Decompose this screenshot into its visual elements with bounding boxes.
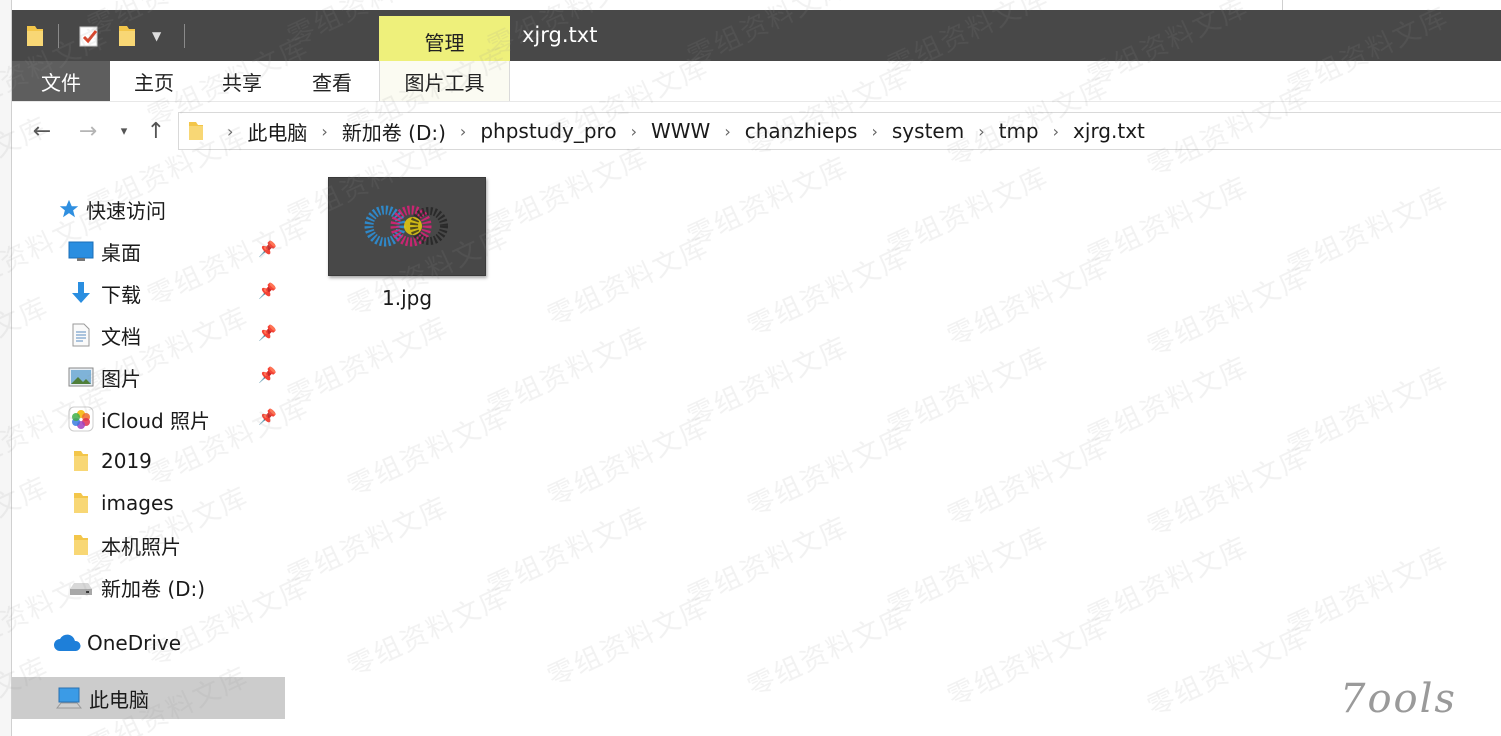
cloud-icon (52, 630, 82, 656)
sidebar-item-this-pc[interactable]: 此电脑 (56, 680, 149, 716)
sidebar-label: images (101, 491, 174, 515)
top-edge (12, 0, 1501, 10)
address-bar[interactable]: › 此电脑 › 新加卷 (D:) › phpstudy_pro › WWW › … (178, 112, 1501, 150)
breadcrumb-drive-d[interactable]: 新加卷 (D:) (342, 117, 446, 146)
properties-icon[interactable] (78, 22, 100, 50)
window-title: xjrg.txt (522, 23, 598, 47)
sidebar-item-desktop[interactable]: 桌面 (68, 233, 141, 269)
sidebar-label: 图片 (101, 366, 141, 391)
pin-icon[interactable]: 📌 (258, 366, 277, 384)
pin-icon[interactable]: 📌 (258, 240, 277, 258)
navigation-pane: 快速访问 桌面 📌 下载 📌 文档 📌 图片 📌 iCloud 照片 📌 201… (12, 170, 288, 736)
logo-7ools: 7ools (1340, 676, 1457, 722)
tab-picture-tools[interactable]: 图片工具 (379, 61, 510, 101)
tab-home[interactable]: 主页 (110, 61, 198, 101)
sidebar-item-quick-access[interactable]: 快速访问 (56, 191, 166, 227)
file-thumbnail[interactable] (328, 177, 486, 276)
ribbon-tabs: 文件 主页 共享 查看 图片工具 (12, 61, 1501, 102)
tab-manage[interactable]: 管理 (379, 16, 510, 61)
tab-file[interactable]: 文件 (12, 61, 110, 101)
folder-icon (68, 448, 94, 474)
sidebar-label: OneDrive (87, 631, 182, 655)
breadcrumb-tmp[interactable]: tmp (999, 119, 1039, 143)
folder-icon (68, 532, 94, 558)
drive-icon (68, 574, 94, 600)
breadcrumb-phpstudy[interactable]: phpstudy_pro (480, 119, 616, 143)
sidebar-label: 下载 (101, 282, 141, 307)
chevron-right-icon[interactable]: › (227, 122, 233, 141)
chevron-right-icon[interactable]: › (871, 122, 877, 141)
sidebar-label: 此电脑 (89, 687, 149, 712)
sidebar-item-local-photos[interactable]: 本机照片 (68, 527, 181, 563)
chevron-right-icon[interactable]: › (1053, 122, 1059, 141)
sidebar-item-drive-d[interactable]: 新加卷 (D:) (68, 569, 205, 605)
chevron-right-icon[interactable]: › (724, 122, 730, 141)
sidebar-label: 2019 (101, 449, 152, 473)
computer-icon (56, 685, 82, 711)
sidebar-item-2019[interactable]: 2019 (68, 443, 152, 479)
chevron-right-icon[interactable]: › (460, 122, 466, 141)
documents-icon (68, 322, 94, 348)
customize-dropdown-icon[interactable]: ▼ (152, 22, 161, 50)
chevron-right-icon[interactable]: › (978, 122, 984, 141)
sidebar-item-downloads[interactable]: 下载 (68, 275, 141, 311)
sidebar-label: 文档 (101, 324, 141, 349)
sidebar-label: iCloud 照片 (101, 408, 211, 433)
back-icon[interactable]: ← (28, 118, 56, 144)
sidebar-item-pictures[interactable]: 图片 (68, 359, 141, 395)
pictures-icon (68, 364, 94, 390)
pin-icon[interactable]: 📌 (258, 408, 277, 426)
sidebar-label: 本机照片 (101, 534, 181, 559)
breadcrumb-chanzhieps[interactable]: chanzhieps (745, 119, 858, 143)
tab-view[interactable]: 查看 (288, 61, 376, 101)
sidebar-item-onedrive[interactable]: OneDrive (52, 625, 181, 661)
sidebar-item-documents[interactable]: 文档 (68, 317, 141, 353)
file-name-label[interactable]: 1.jpg (328, 286, 486, 310)
up-icon[interactable]: ↑ (142, 118, 170, 144)
sidebar-label: 桌面 (101, 240, 141, 265)
folder-icon[interactable] (24, 22, 46, 50)
address-folder-icon (187, 120, 205, 142)
explorer-screenshot: ▼ 管理 xjrg.txt 文件 主页 共享 查看 图片工具 ← → ▾ ↑ ›… (0, 0, 1501, 736)
chevron-right-icon[interactable]: › (321, 122, 327, 141)
star-icon (56, 196, 82, 222)
sidebar-label: 快速访问 (86, 198, 166, 223)
breadcrumb-www[interactable]: WWW (651, 119, 710, 143)
icloud-photos-icon (68, 406, 94, 432)
folder-icon (68, 490, 94, 516)
pin-icon[interactable]: 📌 (258, 282, 277, 300)
forward-icon[interactable]: → (74, 118, 102, 144)
chevron-right-icon[interactable]: › (631, 122, 637, 141)
download-icon (68, 280, 94, 306)
tab-share[interactable]: 共享 (198, 61, 286, 101)
sidebar-item-images[interactable]: images (68, 485, 174, 521)
new-folder-icon[interactable] (116, 22, 138, 50)
file-list: 1.jpg (288, 154, 1501, 736)
pin-icon[interactable]: 📌 (258, 324, 277, 342)
title-bar: ▼ 管理 xjrg.txt (12, 10, 1501, 61)
recent-locations-icon[interactable]: ▾ (110, 118, 138, 144)
sidebar-label: 新加卷 (D:) (101, 576, 206, 601)
breadcrumb-xjrg[interactable]: xjrg.txt (1073, 119, 1145, 143)
sidebar-item-icloud-photos[interactable]: iCloud 照片 (68, 401, 210, 437)
breadcrumb-system[interactable]: system (892, 119, 964, 143)
background-window-strip (0, 0, 12, 736)
desktop-icon (68, 238, 94, 264)
navigation-bar: ← → ▾ ↑ › 此电脑 › 新加卷 (D:) › phpstudy_pro … (12, 108, 1501, 154)
breadcrumb-this-pc[interactable]: 此电脑 (247, 117, 307, 146)
